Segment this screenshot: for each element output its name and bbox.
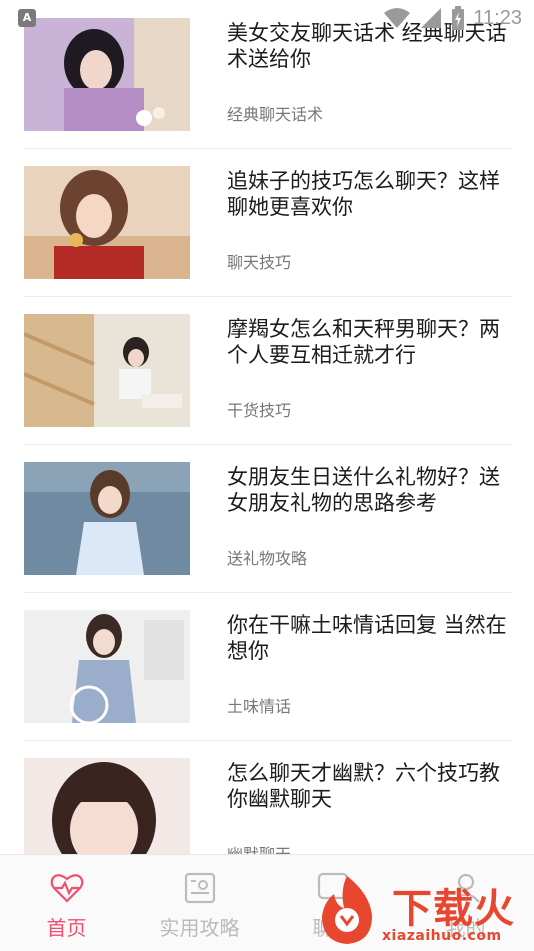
heart-pulse-icon [50, 874, 83, 903]
app-notification-icon: A [18, 9, 36, 27]
article-category: 土味情话 [227, 697, 292, 716]
article-thumbnail [24, 166, 190, 279]
status-time: 11:23 [473, 6, 522, 29]
tab-guides[interactable]: 实用攻略 [133, 855, 266, 951]
article-thumbnail [24, 462, 190, 575]
article-title: 摩羯女怎么和天秤男聊天？两个人要互相迁就才行 [227, 317, 500, 367]
signal-icon [421, 8, 442, 28]
article-category: 送礼物攻略 [227, 549, 308, 568]
article-title: 女朋友生日送什么礼物好？送女朋友礼物的思路参考 [227, 465, 500, 515]
article-title: 怎么聊天才幽默？六个技巧教你幽默聊天 [227, 761, 500, 811]
article-item[interactable]: 女朋友生日送什么礼物好？送女朋友礼物的思路参考 送礼物攻略 [24, 444, 512, 593]
article-item[interactable]: 追妹子的技巧怎么聊天？这样聊她更喜欢你 聊天技巧 [24, 148, 512, 297]
watermark-subtext: xiazaihuo.com [382, 928, 502, 944]
watermark-text: 下载火 [392, 886, 515, 932]
article-thumbnail [24, 314, 190, 427]
tab-home[interactable]: 首页 [0, 855, 133, 951]
article-item[interactable]: 你在干嘛土味情话回复 当然在想你 土味情话 [24, 592, 512, 741]
article-category: 聊天技巧 [227, 253, 292, 272]
article-title: 追妹子的技巧怎么聊天？这样聊她更喜欢你 [227, 169, 500, 219]
battery-icon [452, 6, 465, 30]
article-title: 你在干嘛土味情话回复 当然在想你 [227, 613, 507, 663]
article-thumbnail [24, 610, 190, 723]
article-category: 经典聊天话术 [227, 105, 324, 124]
article-category: 干货技巧 [227, 401, 292, 420]
flame-icon [322, 876, 372, 944]
status-bar: A 11:23 [0, 0, 534, 36]
watermark-logo: 下载火 xiazaihuo.com [310, 870, 534, 950]
wifi-icon [384, 8, 411, 28]
guide-icon [184, 872, 215, 904]
article-item[interactable]: 摩羯女怎么和天秤男聊天？两个人要互相迁就才行 干货技巧 [24, 296, 512, 445]
article-thumbnail [24, 758, 190, 854]
tab-home-label: 首页 [46, 916, 87, 940]
tab-guides-label: 实用攻略 [159, 916, 240, 940]
